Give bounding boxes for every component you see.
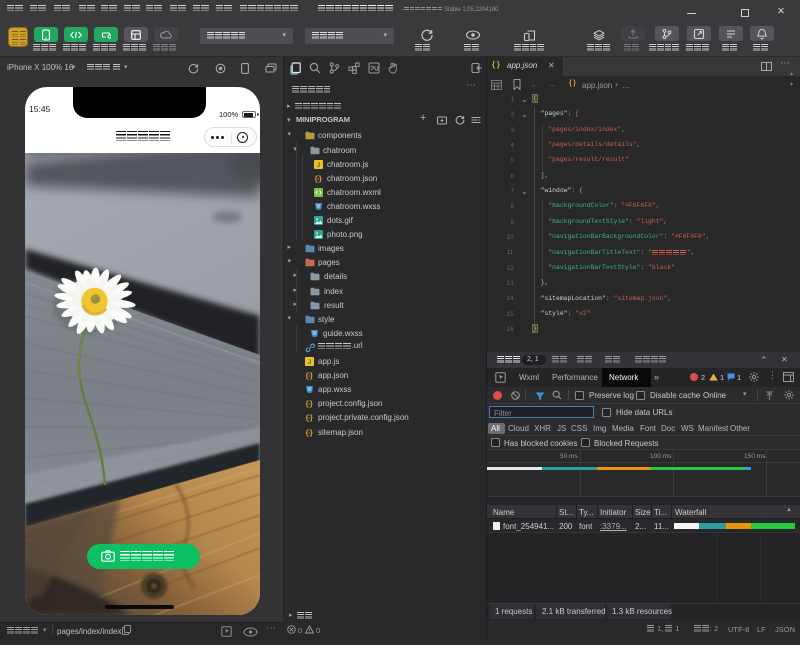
svg-text:{·}: {·}	[305, 373, 313, 380]
svg-text:J: J	[317, 163, 320, 169]
svg-text:J: J	[308, 360, 311, 366]
svg-text:{·}: {·}	[314, 176, 322, 183]
svg-text:{·}: {·}	[305, 430, 313, 437]
svg-text:{·}: {·}	[305, 401, 313, 408]
svg-text:{·}: {·}	[305, 416, 313, 423]
